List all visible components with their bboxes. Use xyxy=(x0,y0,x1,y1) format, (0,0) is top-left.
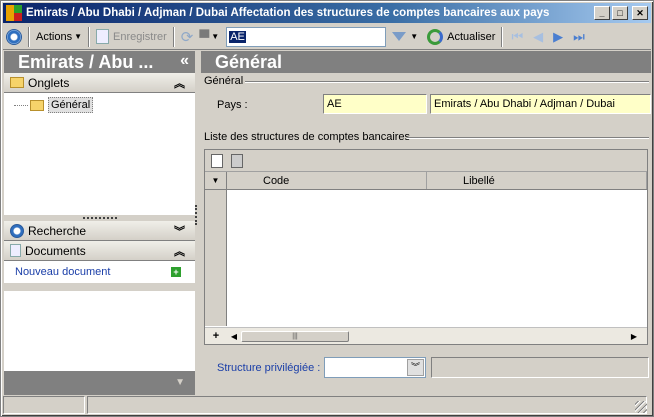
circle-menu-button[interactable] xyxy=(3,26,25,48)
tree-item-general[interactable]: Général xyxy=(14,97,94,113)
section-header: Général xyxy=(201,51,651,73)
print-button[interactable]: ▀ ▼ xyxy=(196,26,222,48)
group-divider xyxy=(245,81,649,83)
search-icon xyxy=(10,223,24,238)
chevron-down-icon: ▼ xyxy=(74,32,82,41)
column-header-label[interactable]: Libellé xyxy=(427,172,647,189)
tabs-tree: Général xyxy=(4,93,195,215)
chevron-up-icon[interactable]: ︽ xyxy=(174,75,185,91)
sync-button[interactable]: ⟳ xyxy=(178,26,197,48)
toolbar-separator xyxy=(501,26,504,47)
printer-icon: ▀ xyxy=(199,28,210,45)
row-indicator-header[interactable]: ▼ xyxy=(205,172,227,189)
status-cell xyxy=(87,396,647,414)
general-group-label: Général xyxy=(204,75,244,87)
country-label: Pays : xyxy=(217,99,248,111)
left-panel-header: Emirats / Abu ... « xyxy=(4,51,195,73)
toolbar-separator xyxy=(172,26,175,47)
refresh-button[interactable]: Actualiser xyxy=(424,26,498,48)
preferred-structure-description xyxy=(431,357,649,378)
search-value: AE xyxy=(229,30,246,43)
chevron-down-icon[interactable]: ︾ xyxy=(174,223,185,239)
grid-toolbar xyxy=(205,150,647,172)
refresh-label: Actualiser xyxy=(447,30,496,43)
country-name-field: Emirats / Abu Dhabi / Adjman / Dubai xyxy=(430,94,651,114)
actions-label: Actions xyxy=(36,30,73,43)
column-header-code[interactable]: Code xyxy=(227,172,427,189)
add-row-icon[interactable]: + xyxy=(205,330,227,342)
status-cell xyxy=(3,396,85,414)
minimize-button[interactable]: _ xyxy=(594,6,610,20)
list-title: Liste des structures de comptes bancaire… xyxy=(204,131,411,143)
tree-connector xyxy=(14,104,28,106)
documents-section-header[interactable]: Documents ︽ xyxy=(4,241,195,261)
new-row-icon[interactable] xyxy=(211,153,223,168)
actions-menu-button[interactable]: Actions ▼ xyxy=(33,26,85,48)
search-section-label: Recherche xyxy=(28,223,87,238)
previous-record-icon[interactable]: ◀ xyxy=(533,29,543,45)
title-bar[interactable]: Emirats / Abu Dhabi / Adjman / Dubai Aff… xyxy=(3,3,651,23)
sync-icon: ⟳ xyxy=(180,28,194,46)
chevron-up-icon[interactable]: ︽ xyxy=(174,243,185,259)
main-toolbar: Actions ▼ Enregistrer ⟳ ▀ ▼ AE ▼ Actuali… xyxy=(3,24,651,50)
status-bar xyxy=(3,396,651,416)
tabs-section-header[interactable]: Onglets ︽ xyxy=(4,73,195,93)
left-panel: Emirats / Abu ... « Onglets ︽ Général Re… xyxy=(4,51,195,395)
scroll-right-icon[interactable]: ▶ xyxy=(627,329,641,344)
grid-header: ▼ Code Libellé xyxy=(205,172,647,190)
documents-area xyxy=(4,291,195,371)
refresh-icon xyxy=(427,28,444,45)
preferred-structure-select[interactable]: ︾ xyxy=(324,357,426,378)
search-input[interactable]: AE xyxy=(226,26,387,47)
open-folder-icon xyxy=(30,99,44,111)
delete-row-icon[interactable] xyxy=(231,153,243,168)
window-title: Emirats / Abu Dhabi / Adjman / Dubai Aff… xyxy=(26,7,550,19)
vertical-splitter[interactable] xyxy=(195,205,199,225)
close-button[interactable]: ✕ xyxy=(632,6,648,20)
app-icon xyxy=(6,5,22,21)
record-title: Emirats / Abu ... xyxy=(18,51,154,72)
save-button[interactable]: Enregistrer xyxy=(93,26,170,48)
document-icon xyxy=(10,244,21,257)
add-document-icon[interactable]: + xyxy=(171,267,181,277)
filter-icon[interactable] xyxy=(392,32,407,41)
chevron-down-icon[interactable]: ︾ xyxy=(407,359,424,376)
toolbar-separator xyxy=(28,26,30,47)
bank-structures-grid: ▼ Code Libellé + ◀ ||| ▶ xyxy=(204,149,648,345)
first-record-icon[interactable]: ⏮ xyxy=(511,29,523,45)
scroll-left-icon[interactable]: ◀ xyxy=(227,329,241,344)
chevron-down-icon[interactable]: ▼ xyxy=(175,377,185,388)
group-divider xyxy=(407,137,649,139)
grid-body xyxy=(205,190,647,326)
tabs-section-label: Onglets xyxy=(28,75,70,90)
new-document-row: Nouveau document + xyxy=(4,261,195,283)
toolbar-separator xyxy=(88,26,90,47)
resize-grip-icon[interactable] xyxy=(635,401,647,413)
new-document-link[interactable]: Nouveau document xyxy=(15,266,110,278)
save-icon xyxy=(96,29,109,44)
preferred-structure-label: Structure privilégiée : xyxy=(217,362,321,374)
right-panel: Général Général Pays : AE Emirats / Abu … xyxy=(201,51,651,395)
country-code-field[interactable]: AE xyxy=(323,94,427,114)
next-record-icon[interactable]: ▶ xyxy=(553,29,563,45)
application-window: Emirats / Abu Dhabi / Adjman / Dubai Aff… xyxy=(0,0,654,417)
last-record-icon[interactable]: ⏭ xyxy=(573,29,585,45)
tree-item-label: Général xyxy=(48,97,94,113)
horizontal-scrollbar[interactable]: + ◀ ||| ▶ xyxy=(205,327,647,344)
collapse-panel-icon[interactable]: « xyxy=(180,52,189,70)
folder-icon xyxy=(10,77,24,88)
save-label: Enregistrer xyxy=(113,30,167,43)
documents-section-label: Documents xyxy=(25,243,86,258)
search-section-header[interactable]: Recherche ︾ xyxy=(4,221,195,241)
maximize-button[interactable]: □ xyxy=(612,6,628,20)
row-indicator-column xyxy=(205,190,227,326)
left-panel-footer: ▼ xyxy=(4,371,195,395)
chevron-down-icon: ▼ xyxy=(211,32,220,41)
scroll-thumb[interactable]: ||| xyxy=(241,330,349,342)
chevron-down-icon[interactable]: ▼ xyxy=(410,32,418,41)
target-icon xyxy=(6,28,22,45)
